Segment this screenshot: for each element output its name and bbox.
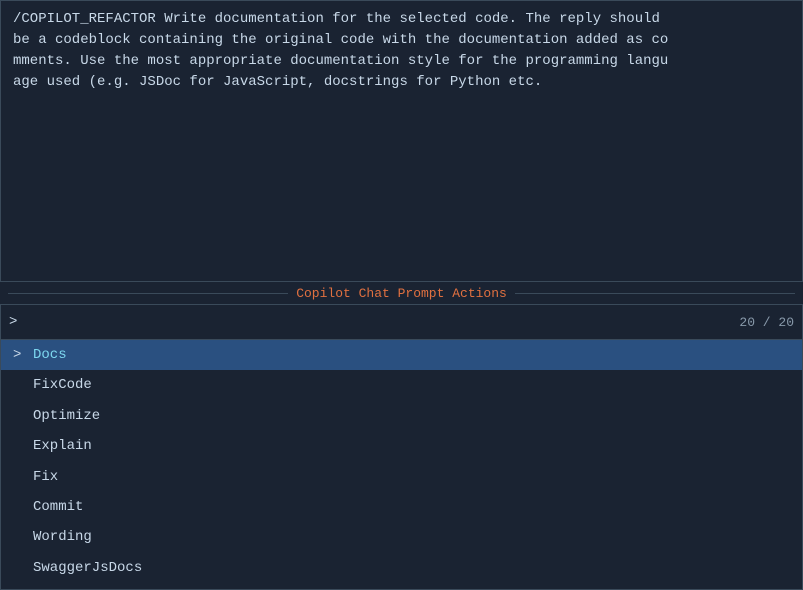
prompt-input[interactable] <box>23 314 739 330</box>
list-item-label-optimize: Optimize <box>33 405 100 427</box>
list-item-label-fix: Fix <box>33 466 58 488</box>
list-item-optimize[interactable]: Optimize <box>1 401 802 431</box>
app: /COPILOT_REFACTOR Write documentation fo… <box>0 0 803 590</box>
divider-line-right <box>515 293 795 294</box>
list-item-label-docs: Docs <box>33 344 67 366</box>
prompt-prefix: > <box>9 314 17 330</box>
list-item-prefix-docs: > <box>13 344 27 366</box>
list-item-label-explain: Explain <box>33 435 92 457</box>
list-item-explain[interactable]: Explain <box>1 431 802 461</box>
list-area: > Docs FixCode Optimize Explain Fix Commit Word… <box>0 340 803 590</box>
list-item-swaggerjsdocs[interactable]: SwaggerJsDocs <box>1 553 802 583</box>
divider-line-left <box>8 293 288 294</box>
divider-row: Copilot Chat Prompt Actions <box>0 282 803 304</box>
list-item-label-fixcode: FixCode <box>33 374 92 396</box>
input-row: > 20 / 20 <box>0 304 803 340</box>
list-item-docs[interactable]: > Docs <box>1 340 802 370</box>
list-item-wording[interactable]: Wording <box>1 522 802 552</box>
counter-display: 20 / 20 <box>739 315 794 330</box>
list-item-fix[interactable]: Fix <box>1 462 802 492</box>
code-area: /COPILOT_REFACTOR Write documentation fo… <box>0 0 803 282</box>
list-item-label-swaggerjsdocs: SwaggerJsDocs <box>33 557 142 579</box>
code-text: /COPILOT_REFACTOR Write documentation fo… <box>13 9 790 93</box>
list-item-concise[interactable]: Concise <box>1 583 802 590</box>
list-item-commit[interactable]: Commit <box>1 492 802 522</box>
list-item-fixcode[interactable]: FixCode <box>1 370 802 400</box>
list-item-label-commit: Commit <box>33 496 83 518</box>
divider-label: Copilot Chat Prompt Actions <box>288 286 515 301</box>
list-item-label-wording: Wording <box>33 526 92 548</box>
